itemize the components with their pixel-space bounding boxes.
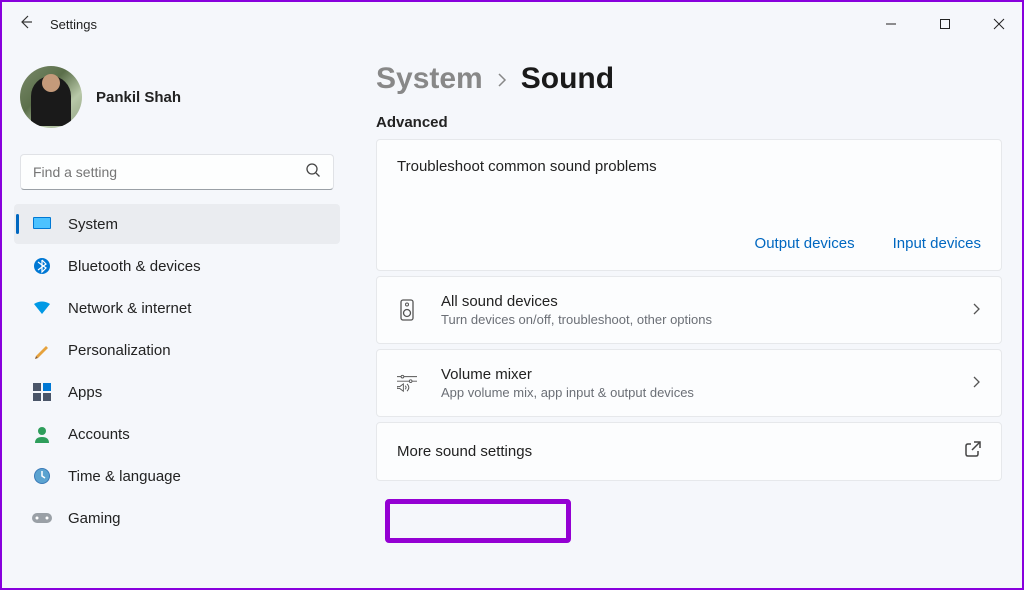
user-name: Pankil Shah [96, 89, 181, 106]
search-input[interactable] [33, 164, 305, 180]
gaming-icon [32, 508, 52, 528]
sidebar-item-gaming[interactable]: Gaming [14, 498, 340, 538]
section-label: Advanced [376, 114, 1002, 131]
apps-icon [32, 382, 52, 402]
back-button[interactable] [18, 14, 34, 35]
close-button[interactable] [984, 9, 1014, 39]
content: System Sound Advanced Troubleshoot commo… [376, 62, 1002, 486]
titlebar: Settings [2, 2, 1022, 46]
search-box[interactable] [20, 154, 334, 190]
search-icon [305, 162, 321, 183]
volume-mixer-icon [397, 373, 417, 393]
row-subtitle: App volume mix, app input & output devic… [441, 385, 973, 400]
app-title: Settings [50, 17, 97, 32]
minimize-button[interactable] [876, 9, 906, 39]
network-icon [32, 298, 52, 318]
sidebar-item-label: Network & internet [68, 300, 191, 317]
highlight-annotation [385, 499, 571, 543]
bluetooth-icon [32, 256, 52, 276]
time-icon [32, 466, 52, 486]
accounts-icon [32, 424, 52, 444]
sidebar: Pankil Shah System Bluetooth & devices N… [12, 54, 342, 540]
avatar [20, 66, 82, 128]
sidebar-item-bluetooth[interactable]: Bluetooth & devices [14, 246, 340, 286]
all-sound-devices-row[interactable]: All sound devices Turn devices on/off, t… [376, 276, 1002, 344]
chevron-right-icon [973, 303, 981, 318]
chevron-right-icon [497, 71, 507, 92]
more-sound-settings-row[interactable]: More sound settings [376, 422, 1002, 481]
chevron-right-icon [973, 376, 981, 391]
volume-mixer-row[interactable]: Volume mixer App volume mix, app input &… [376, 349, 1002, 417]
sidebar-item-label: Accounts [68, 426, 130, 443]
breadcrumb-parent[interactable]: System [376, 62, 483, 96]
personalization-icon [32, 340, 52, 360]
nav-list: System Bluetooth & devices Network & int… [12, 204, 342, 538]
input-devices-link[interactable]: Input devices [893, 235, 981, 252]
sidebar-item-label: Apps [68, 384, 102, 401]
user-info[interactable]: Pankil Shah [12, 54, 342, 146]
external-link-icon [965, 441, 981, 462]
sidebar-item-apps[interactable]: Apps [14, 372, 340, 412]
troubleshoot-card: Troubleshoot common sound problems Outpu… [376, 139, 1002, 271]
breadcrumb: System Sound [376, 62, 1002, 96]
sidebar-item-label: Bluetooth & devices [68, 258, 201, 275]
output-devices-link[interactable]: Output devices [755, 235, 855, 252]
row-title: Volume mixer [441, 366, 973, 383]
sidebar-item-system[interactable]: System [14, 204, 340, 244]
sidebar-item-network[interactable]: Network & internet [14, 288, 340, 328]
sidebar-item-label: Time & language [68, 468, 181, 485]
sidebar-item-label: System [68, 216, 118, 233]
sidebar-item-time[interactable]: Time & language [14, 456, 340, 496]
maximize-button[interactable] [930, 9, 960, 39]
breadcrumb-current: Sound [521, 62, 614, 96]
sidebar-item-label: Gaming [68, 510, 121, 527]
row-title: More sound settings [397, 443, 532, 460]
row-title: All sound devices [441, 293, 973, 310]
sidebar-item-label: Personalization [68, 342, 171, 359]
system-icon [32, 214, 52, 234]
sidebar-item-personalization[interactable]: Personalization [14, 330, 340, 370]
sidebar-item-accounts[interactable]: Accounts [14, 414, 340, 454]
row-subtitle: Turn devices on/off, troubleshoot, other… [441, 312, 973, 327]
troubleshoot-title: Troubleshoot common sound problems [397, 158, 981, 175]
speaker-icon [397, 300, 417, 320]
